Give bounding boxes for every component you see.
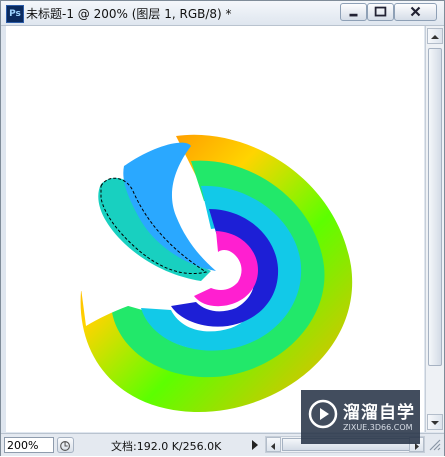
close-icon <box>410 6 421 17</box>
navigator-icon <box>60 441 71 451</box>
resize-grip-icon[interactable] <box>427 437 441 451</box>
title-bar[interactable]: Ps 未标题-1 @ 200% (图层 1, RGB/8) * <box>1 1 444 26</box>
vertical-scrollbar[interactable] <box>425 26 444 432</box>
arrow-down-icon <box>431 421 439 425</box>
minimize-button[interactable] <box>340 3 367 21</box>
maximize-icon <box>374 6 387 17</box>
document-window: Ps 未标题-1 @ 200% (图层 1, RGB/8) * 200% 文档:… <box>0 0 445 456</box>
scroll-up-button[interactable] <box>427 28 443 44</box>
arrow-up-icon <box>431 35 439 39</box>
document-canvas[interactable] <box>6 26 424 432</box>
watermark-title: 溜溜自学 <box>343 403 415 423</box>
triangle-right-icon[interactable] <box>250 439 260 451</box>
zoom-level-field[interactable]: 200% <box>4 437 54 453</box>
navigator-button[interactable] <box>57 437 74 453</box>
watermark-badge: 溜溜自学 ZIXUE.3D66.COM <box>301 390 420 444</box>
close-button[interactable] <box>394 3 437 21</box>
window-title: 未标题-1 @ 200% (图层 1, RGB/8) * <box>26 7 232 21</box>
photoshop-app-icon: Ps <box>6 5 24 23</box>
watermark-url: ZIXUE.3D66.COM <box>343 423 413 432</box>
maximize-button[interactable] <box>367 3 394 21</box>
vertical-scroll-thumb[interactable] <box>428 48 442 366</box>
minimize-icon <box>349 13 358 17</box>
scroll-left-button[interactable] <box>266 437 281 452</box>
rainbow-swirl-artwork <box>80 134 353 413</box>
arrow-left-icon <box>271 443 275 450</box>
document-size-info: 文档:192.0 K/256.0K <box>111 440 222 453</box>
play-logo-icon <box>308 399 338 429</box>
scroll-down-button[interactable] <box>427 414 443 430</box>
